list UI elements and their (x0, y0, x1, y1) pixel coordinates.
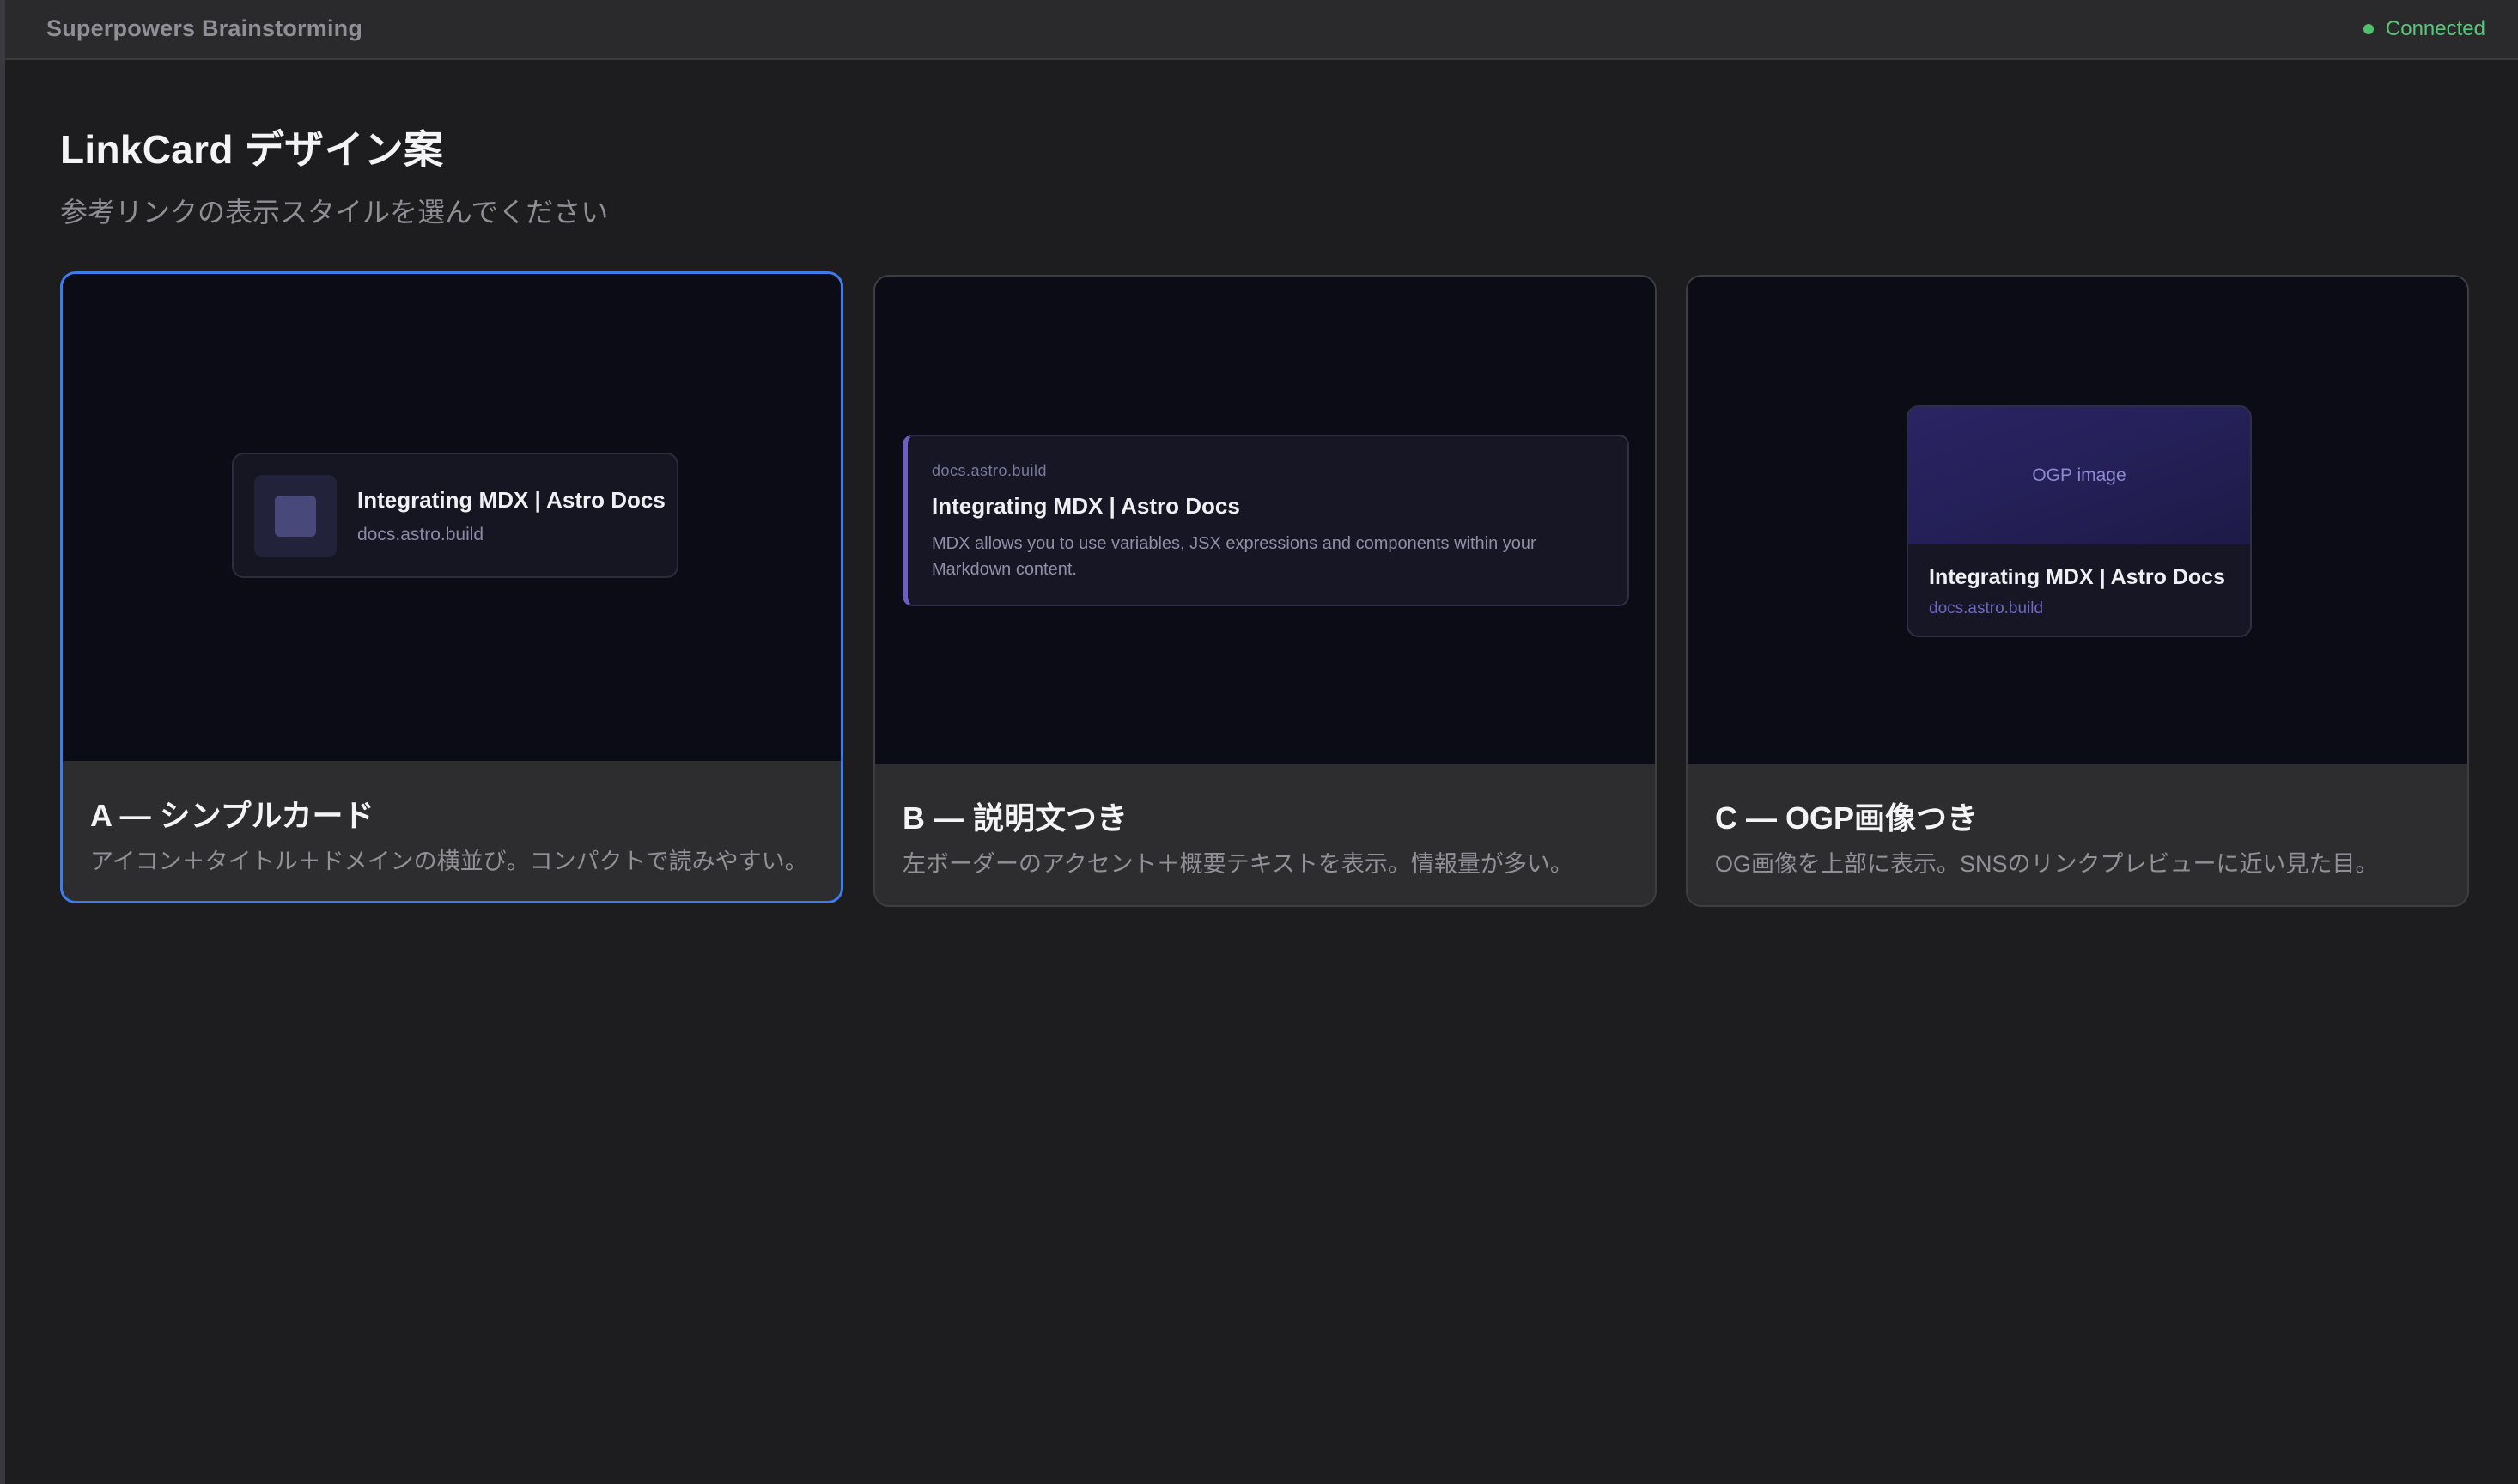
option-label: A — シンプルカード (90, 798, 374, 833)
option-label: C — OGP画像つき (1715, 800, 1979, 836)
link-description: MDX allows you to use variables, JSX exp… (932, 534, 1536, 579)
ogp-image-placeholder: OGP image (1908, 407, 2250, 544)
option-description: OG画像を上部に表示。SNSのリンクプレビューに近い見た目。 (1715, 851, 2379, 877)
page-subtitle: 参考リンクの表示スタイルを選んでください (60, 197, 609, 228)
window-edge (0, 0, 5, 1484)
option-description: 左ボーダーのアクセント＋概要テキストを表示。情報量が多い。 (903, 851, 1573, 877)
description-link-card: docs.astro.build Integrating MDX | Astro… (903, 435, 1629, 606)
option-card-c[interactable]: OGP image Integrating MDX | Astro Docs d… (1686, 275, 2469, 907)
option-card-a[interactable]: Integrating MDX | Astro Docs docs.astro.… (60, 271, 843, 903)
app-title: Superpowers Brainstorming (46, 15, 363, 41)
header-bar: Superpowers Brainstorming Connected (5, 0, 2518, 60)
page-title: LinkCard デザイン案 (60, 127, 444, 172)
preview-area: Integrating MDX | Astro Docs docs.astro.… (63, 274, 841, 761)
connection-status: Connected (2363, 0, 2485, 58)
option-description: アイコン＋タイトル＋ドメインの横並び。コンパクトで読みやすい。 (90, 848, 808, 874)
link-title: Integrating MDX | Astro Docs (1929, 565, 2225, 589)
preview-area: docs.astro.build Integrating MDX | Astro… (875, 277, 1655, 764)
preview-area: OGP image Integrating MDX | Astro Docs d… (1688, 277, 2467, 764)
link-domain: docs.astro.build (1929, 599, 2044, 617)
ogp-link-card: OGP image Integrating MDX | Astro Docs d… (1907, 405, 2252, 637)
option-card-b[interactable]: docs.astro.build Integrating MDX | Astro… (873, 275, 1657, 907)
ogp-image-label: OGP image (2032, 465, 2126, 485)
link-title: Integrating MDX | Astro Docs (932, 493, 1240, 519)
status-dot-icon (2363, 24, 2374, 34)
site-icon-placeholder (275, 496, 316, 537)
link-title: Integrating MDX | Astro Docs (357, 487, 666, 513)
link-domain: docs.astro.build (932, 462, 1048, 479)
option-label: B — 説明文つき (903, 800, 1128, 836)
link-domain: docs.astro.build (357, 525, 484, 544)
simple-link-card: Integrating MDX | Astro Docs docs.astro.… (232, 453, 678, 578)
site-icon (254, 475, 337, 557)
status-text: Connected (2385, 17, 2485, 40)
